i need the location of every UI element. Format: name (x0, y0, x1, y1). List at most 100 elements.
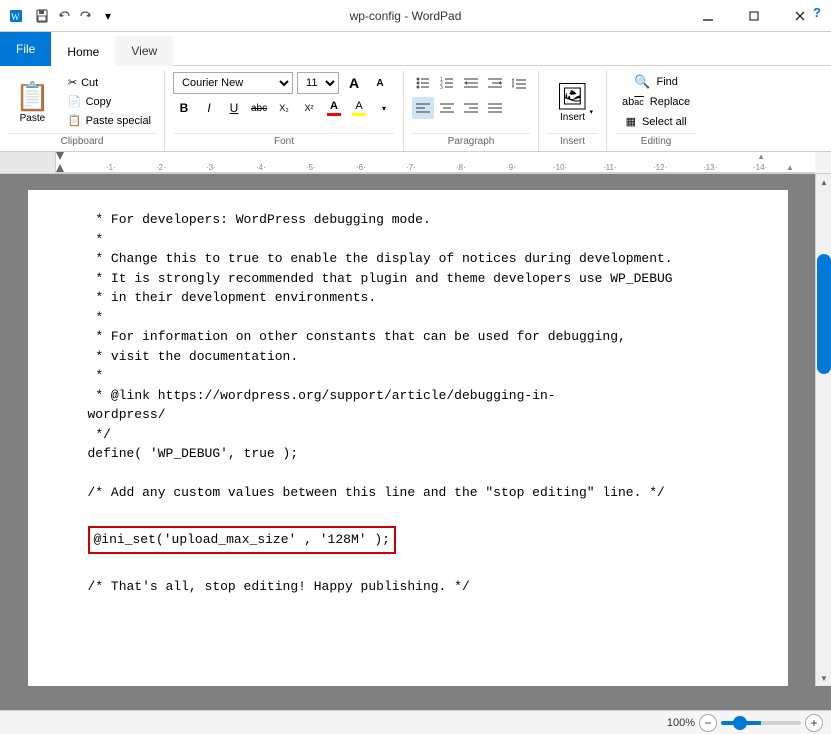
italic-button[interactable]: I (198, 97, 220, 119)
subscript-button[interactable]: X₂ (273, 97, 295, 119)
vertical-scrollbar[interactable]: ▲ ▼ (815, 174, 831, 686)
font-content: Courier New 11 A A B I U abc X₂ (173, 72, 395, 131)
superscript-button[interactable]: X² (298, 97, 320, 119)
document-content: * For developers: WordPress debugging mo… (88, 210, 728, 597)
insert-icon: 🖼 (556, 81, 589, 112)
replace-icon: abac (622, 96, 644, 108)
tab-view[interactable]: View (115, 36, 173, 66)
insert-label: Insert (547, 133, 598, 147)
decrease-font-button[interactable]: A (369, 72, 391, 94)
ruler: ▲ ·1· ·2· ·3· ·4· ·5· ·6· ·7· ·8· ·9· ·1… (0, 152, 831, 174)
paste-special-label: Paste special (86, 115, 151, 127)
copy-icon: 📄 (68, 95, 82, 108)
strikethrough-button[interactable]: abc (248, 97, 270, 119)
align-left-button[interactable] (412, 97, 434, 119)
para-row2 (412, 97, 506, 119)
minimize-button[interactable] (685, 0, 731, 32)
cut-button[interactable]: ✂ Cut (63, 74, 156, 92)
insert-label: Insert (560, 112, 585, 123)
clipboard-small-buttons: ✂ Cut 📄 Copy 📋 Paste special (63, 74, 156, 130)
font-row2: B I U abc X₂ X² A A (173, 97, 395, 119)
app-icon: W (8, 8, 24, 24)
increase-indent-button[interactable] (484, 72, 506, 94)
app-container: W ▾ wp-config - WordPad (0, 0, 831, 734)
scroll-down-button[interactable]: ▼ (816, 670, 831, 686)
maximize-button[interactable] (731, 0, 777, 32)
window-title: wp-config - WordPad (312, 9, 498, 23)
cut-label: Cut (81, 77, 98, 89)
decrease-indent-button[interactable] (460, 72, 482, 94)
increase-font-button[interactable]: A (343, 72, 365, 94)
redo-qa-button[interactable] (76, 6, 96, 26)
replace-label: Replace (650, 96, 690, 108)
font-label: Font (173, 133, 395, 147)
editing-label: Editing (615, 133, 697, 147)
clipboard-label: Clipboard (8, 133, 156, 147)
scroll-up-button[interactable]: ▲ (816, 174, 831, 190)
replace-button[interactable]: abac Replace (615, 92, 697, 111)
paste-icon: 📋 (15, 80, 50, 113)
font-dropdown-button[interactable]: ▾ (373, 97, 395, 119)
font-row1: Courier New 11 A A (173, 72, 391, 94)
title-bar: W ▾ wp-config - WordPad (0, 0, 831, 32)
find-button[interactable]: 🔍 Find (627, 72, 685, 91)
paste-label: Paste (20, 113, 46, 124)
align-right-button[interactable] (460, 97, 482, 119)
justify-button[interactable] (484, 97, 506, 119)
paragraph-label: Paragraph (412, 133, 530, 147)
select-all-label: Select all (642, 116, 687, 128)
ribbon-header: File Home View 📋 Paste (0, 32, 831, 174)
insert-button[interactable]: 🖼 Insert ▾ (547, 73, 598, 131)
zoom-out-button[interactable]: − (699, 714, 717, 732)
font-size-select[interactable]: 11 (297, 72, 339, 94)
zoom-level-text: 100% (667, 717, 695, 729)
tab-file[interactable]: File (0, 32, 51, 66)
font-group: Courier New 11 A A B I U abc X₂ (165, 70, 404, 151)
select-all-button[interactable]: ▦ Select all (619, 112, 694, 131)
document[interactable]: * For developers: WordPress debugging mo… (28, 190, 788, 686)
clipboard-group: 📋 Paste ✂ Cut 📄 Copy (0, 70, 165, 151)
paste-special-button[interactable]: 📋 Paste special (63, 112, 156, 130)
underline-button[interactable]: U (223, 97, 245, 119)
ribbon: 📋 Paste ✂ Cut 📄 Copy (0, 66, 831, 152)
insert-dropdown-icon: ▾ (590, 108, 594, 116)
scrollbar-thumb[interactable] (817, 254, 831, 374)
paragraph-content: 123 (412, 72, 530, 131)
copy-button[interactable]: 📄 Copy (63, 93, 156, 111)
save-qa-button[interactable] (32, 6, 52, 26)
undo-qa-button[interactable] (54, 6, 74, 26)
insert-content: 🖼 Insert ▾ (547, 72, 598, 131)
bold-button[interactable]: B (173, 97, 195, 119)
ribbon-tabs: File Home View (0, 32, 831, 66)
highlighted-code-line: @ini_set('upload_max_size' , '128M' ); (88, 526, 396, 554)
editing-content: 🔍 Find abac Replace ▦ Select all (615, 72, 697, 131)
help-button[interactable]: ? (807, 2, 827, 22)
paragraph-group: 123 (404, 70, 539, 151)
font-family-select[interactable]: Courier New (173, 72, 293, 94)
paste-special-icon: 📋 (68, 114, 82, 127)
paste-button[interactable]: 📋 Paste (8, 74, 57, 130)
align-center-button[interactable] (436, 97, 458, 119)
find-icon: 🔍 (634, 74, 650, 90)
window-controls (685, 0, 823, 32)
font-color-button[interactable]: A (323, 97, 345, 119)
insert-group: 🖼 Insert ▾ Insert (539, 70, 607, 151)
line-spacing-button[interactable] (508, 72, 530, 94)
customize-qa-button[interactable]: ▾ (98, 6, 118, 26)
para-row1: 123 (412, 72, 530, 94)
main-area: * For developers: WordPress debugging mo… (0, 174, 831, 710)
status-bar: 100% − + (0, 710, 831, 734)
svg-text:3: 3 (440, 85, 443, 91)
copy-label: Copy (86, 96, 112, 108)
zoom-slider[interactable] (721, 721, 801, 725)
tab-home[interactable]: Home (51, 36, 115, 66)
list-bullets-button[interactable] (412, 72, 434, 94)
zoom-in-button[interactable]: + (805, 714, 823, 732)
highlight-color-button[interactable]: A (348, 97, 370, 119)
select-all-icon: ▦ (626, 115, 636, 128)
list-numbered-button[interactable]: 123 (436, 72, 458, 94)
find-label: Find (656, 76, 677, 88)
zoom-controls: 100% − + (667, 714, 823, 732)
svg-text:W: W (11, 12, 20, 22)
cut-icon: ✂ (68, 76, 77, 89)
